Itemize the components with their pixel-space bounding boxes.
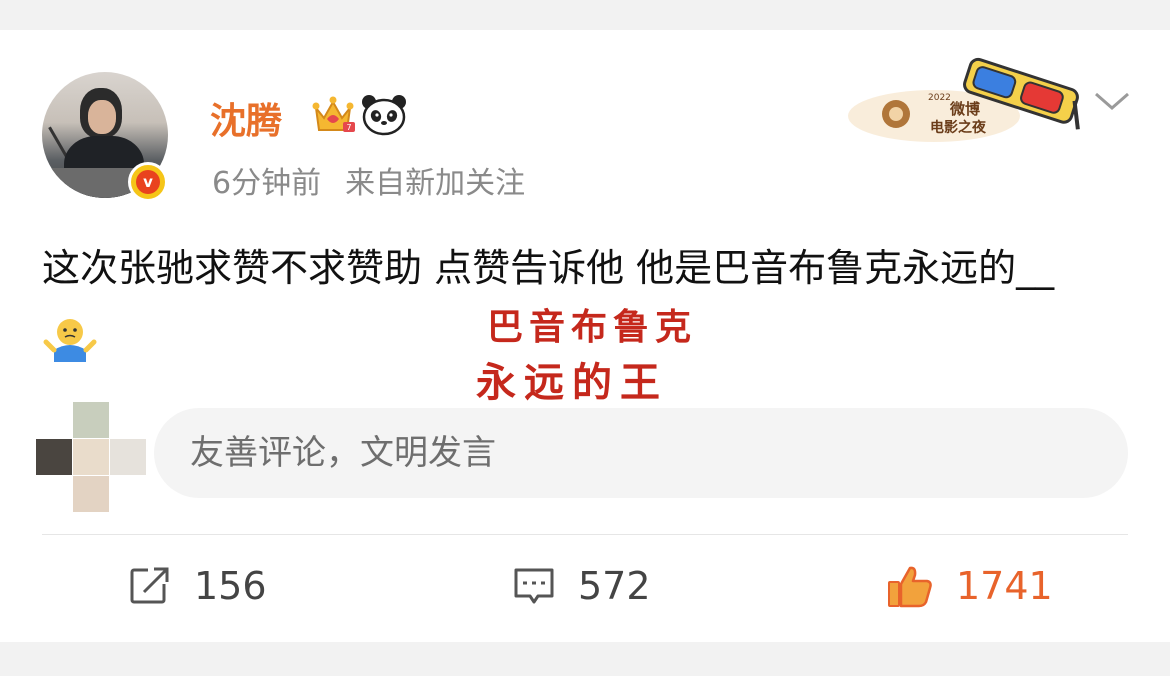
comment-count: 572 — [578, 564, 651, 608]
weibo-post-card: v 沈腾 7 6分钟前 来自新加关注 2022 微博 电影之夜 这次张驰求赞不求… — [0, 30, 1170, 642]
like-button[interactable]: 1741 — [886, 558, 1053, 614]
badge-year: 2022 — [928, 93, 951, 103]
like-count: 1741 — [956, 564, 1053, 608]
repost-count: 156 — [194, 564, 267, 608]
comment-icon — [514, 568, 554, 604]
thumbs-up-icon — [888, 566, 932, 608]
chevron-down-icon[interactable] — [1092, 86, 1132, 116]
comment-input[interactable] — [188, 432, 1092, 474]
repost-button[interactable]: 156 — [128, 558, 267, 614]
post-source[interactable]: 来自新加关注 — [345, 166, 525, 201]
blurred-avatar — [36, 402, 146, 512]
caption-overlay: 巴音布鲁克 永远的王 — [462, 302, 722, 412]
repost-icon — [130, 566, 170, 604]
panda-icon — [362, 95, 406, 136]
verified-v-icon: v — [128, 162, 168, 202]
svg-text:7: 7 — [346, 123, 351, 132]
overlay-line-1: 巴音布鲁克 — [486, 307, 697, 348]
post-meta: 6分钟前 来自新加关注 — [212, 158, 525, 202]
crown-icon: 7 — [312, 96, 355, 132]
badge-subtitle: 电影之夜 — [930, 119, 987, 136]
post-time: 6分钟前 — [212, 166, 322, 201]
movie-night-badge[interactable]: 2022 微博 电影之夜 — [846, 44, 1086, 148]
post-text: 这次张驰求赞不求赞助 点赞告诉他 他是巴音布鲁克永远的__ — [42, 246, 1055, 290]
badge-title: 微博 — [949, 100, 980, 118]
comment-button[interactable]: 572 — [512, 558, 651, 614]
username[interactable]: 沈腾 — [210, 92, 282, 144]
divider — [42, 534, 1128, 535]
overlay-line-2: 永远的王 — [476, 360, 668, 406]
comment-input-box[interactable] — [154, 408, 1128, 498]
shrug-emoji-icon — [43, 318, 97, 362]
